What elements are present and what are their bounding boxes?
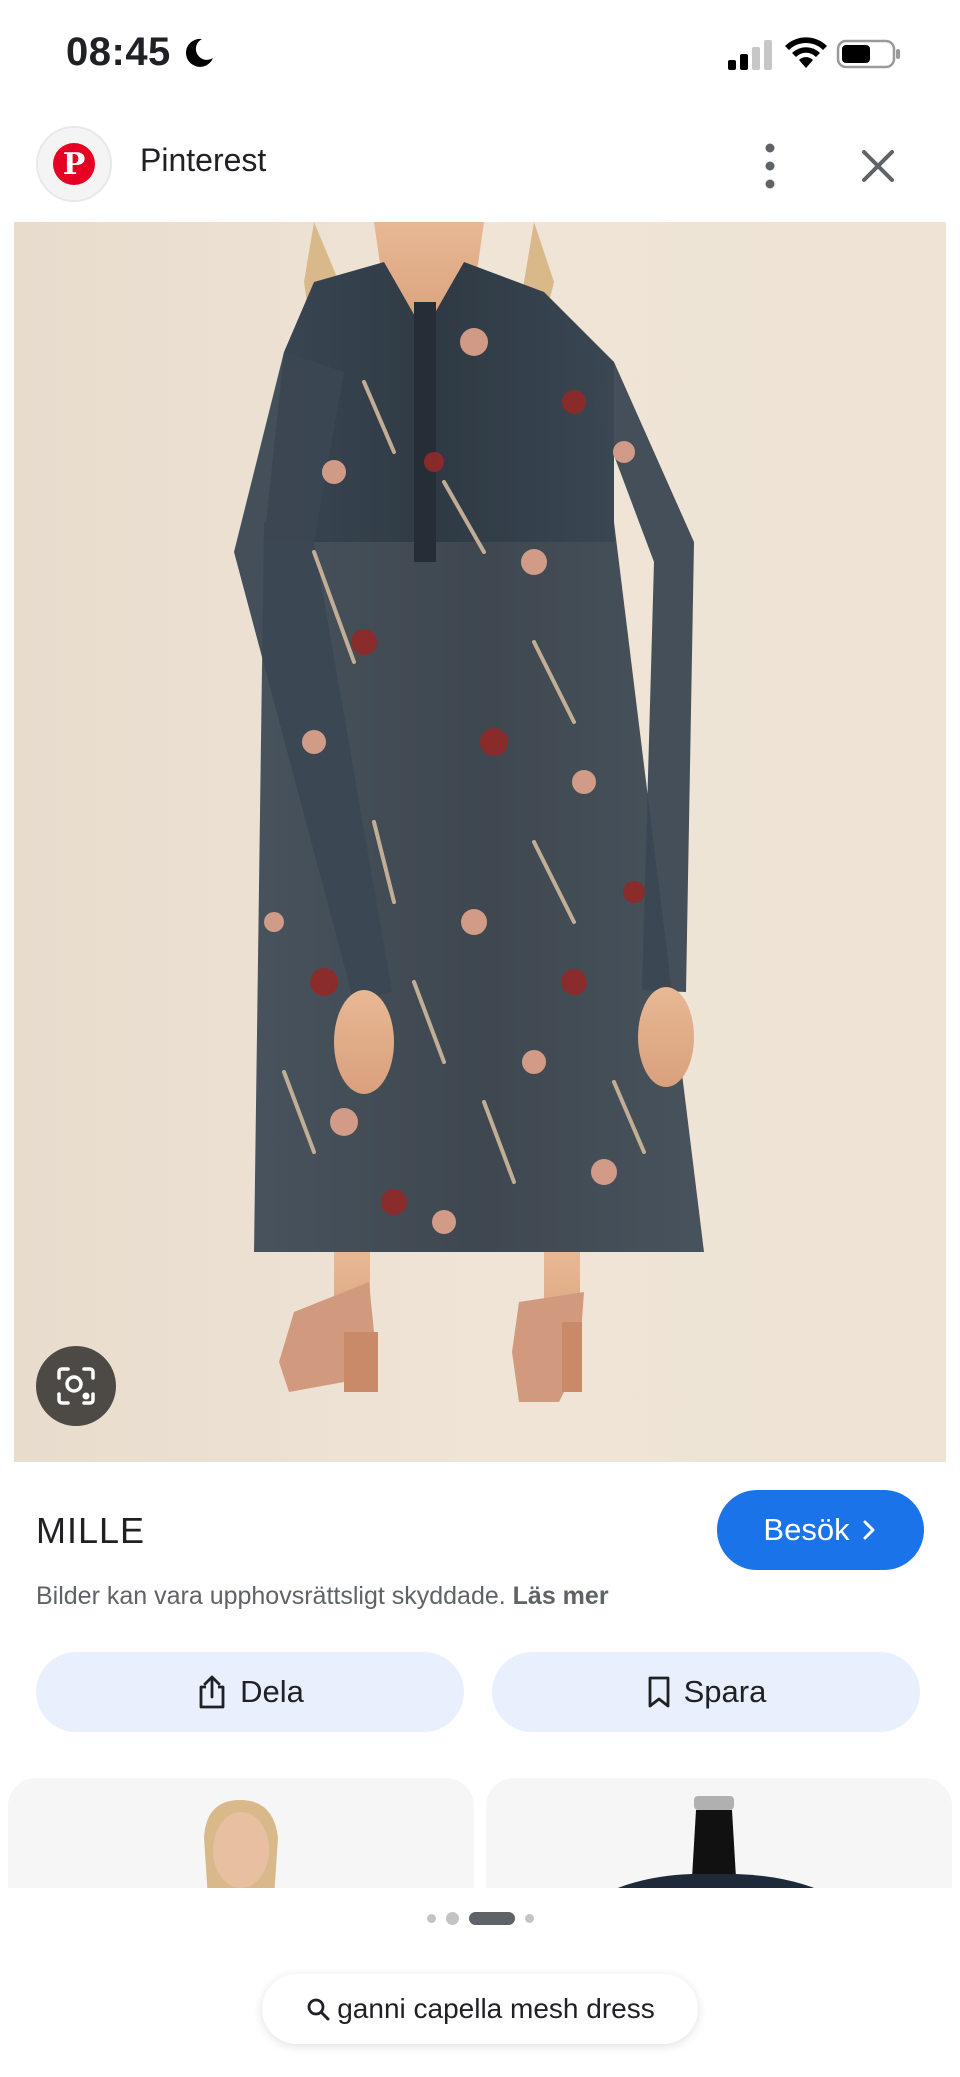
search-query-chip[interactable]: ganni capella mesh dress xyxy=(262,1974,698,2044)
do-not-disturb-moon-icon xyxy=(185,38,213,67)
visit-button-label: Besök xyxy=(763,1512,850,1547)
close-icon[interactable] xyxy=(852,140,904,192)
wifi-icon xyxy=(785,37,827,68)
battery-icon xyxy=(836,39,900,69)
page-dot-active xyxy=(468,1911,515,1925)
page-dot xyxy=(426,1913,436,1923)
pinterest-p-icon: P xyxy=(53,143,95,185)
visit-button[interactable]: Besök xyxy=(717,1490,924,1570)
lens-search-icon xyxy=(57,1367,95,1405)
status-time: 08:45 xyxy=(66,30,171,74)
product-image[interactable] xyxy=(14,222,946,1462)
related-result-card[interactable] xyxy=(8,1778,474,1898)
share-button-label: Dela xyxy=(240,1674,304,1709)
save-button[interactable]: Spara xyxy=(492,1652,920,1732)
copyright-notice: Bilder kan vara upphovsrättsligt skyddad… xyxy=(36,1582,609,1611)
visual-search-button[interactable] xyxy=(36,1346,116,1426)
source-header: P Pinterest xyxy=(0,110,960,222)
page-dot xyxy=(524,1913,534,1923)
related-thumbnail-model xyxy=(204,1800,278,1898)
source-site-name: Pinterest xyxy=(140,142,267,178)
dress-illustration xyxy=(234,222,704,1402)
related-result-card[interactable] xyxy=(486,1778,952,1898)
more-options-icon[interactable] xyxy=(748,136,792,196)
chevron-right-icon xyxy=(863,1520,875,1540)
result-title: MILLE xyxy=(36,1510,146,1551)
bookmark-icon xyxy=(648,1676,670,1708)
page-indicator xyxy=(0,1908,960,1928)
related-thumbnail-mannequin xyxy=(596,1796,836,1898)
page-dot xyxy=(445,1911,459,1925)
copyright-text: Bilder kan vara upphovsrättsligt skyddad… xyxy=(36,1582,506,1610)
status-bar: 08:45 xyxy=(0,0,960,110)
read-more-link[interactable]: Läs mer xyxy=(513,1582,609,1610)
search-icon xyxy=(307,1998,330,2021)
cellular-signal-icon xyxy=(728,40,772,70)
share-icon xyxy=(199,1675,225,1709)
pinterest-logo: P xyxy=(36,126,112,202)
lens-result-page: 08:45 P Pinterest MILLE Besök Bilder kan… xyxy=(0,0,960,2077)
share-button[interactable]: Dela xyxy=(36,1652,464,1732)
search-query-text: ganni capella mesh dress xyxy=(337,1993,655,2024)
save-button-label: Spara xyxy=(683,1674,767,1709)
